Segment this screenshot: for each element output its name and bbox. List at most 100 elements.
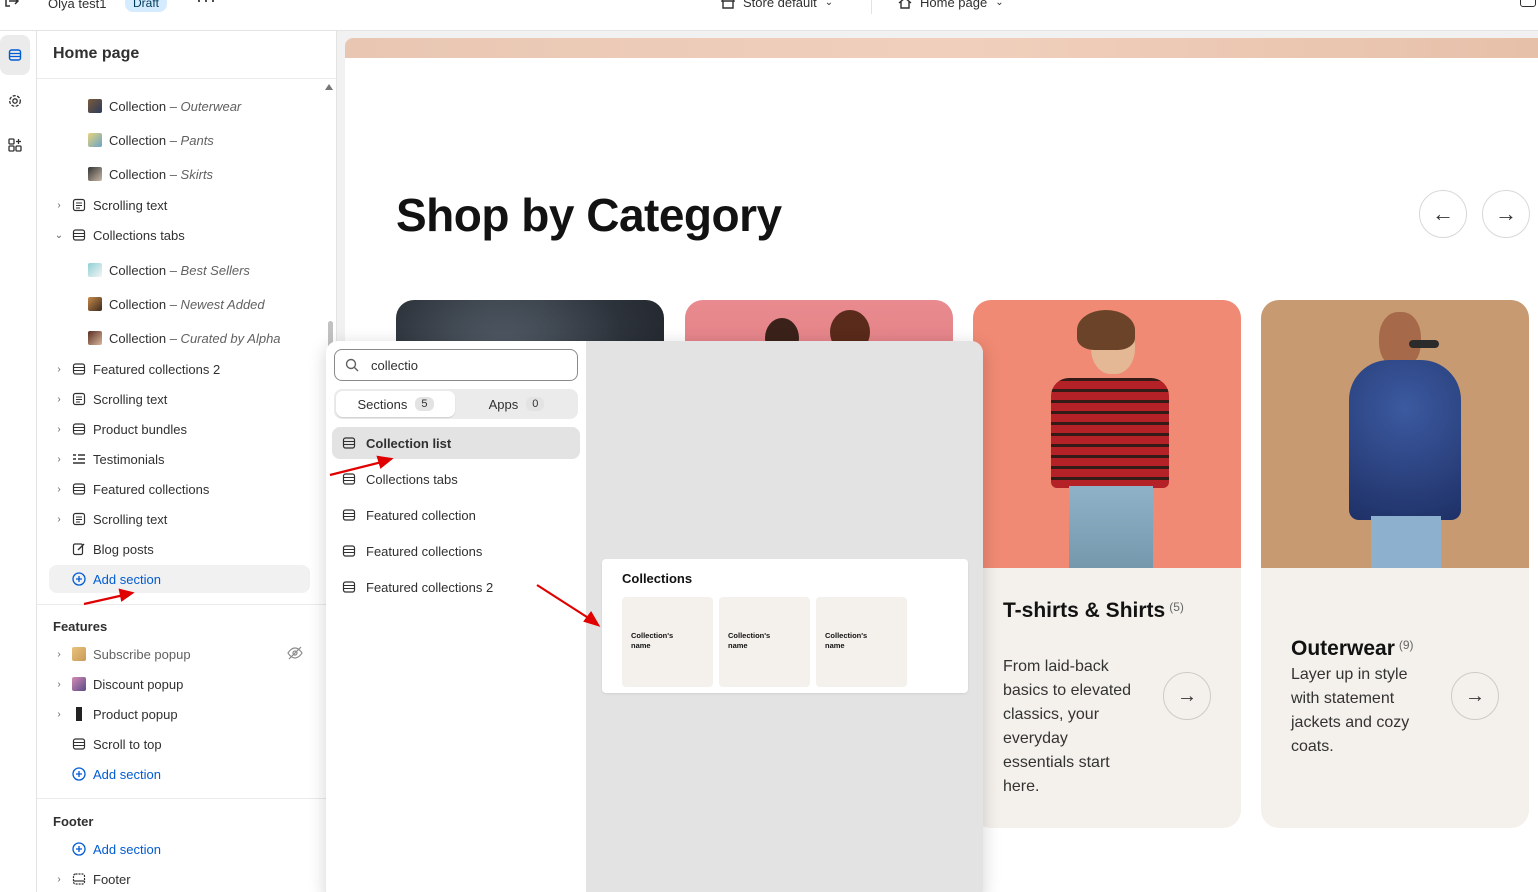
store-context-selector[interactable]: Store default ⌄ xyxy=(721,0,833,10)
arrow-left-icon: ← xyxy=(1432,201,1454,226)
tab-label: Sections xyxy=(357,396,408,412)
features-group-title: Features xyxy=(53,619,108,634)
category-title: Outerwear xyxy=(1291,637,1395,660)
theme-name: Olya test1 xyxy=(48,0,107,11)
preview-tile: Collection's name xyxy=(719,597,810,687)
add-footer-section-button[interactable]: Add section xyxy=(37,835,336,863)
chevron-right-icon[interactable]: › xyxy=(54,364,64,375)
chevron-right-icon[interactable]: › xyxy=(54,679,64,690)
arrow-right-icon: → xyxy=(1177,684,1197,707)
page-context-label: Home page xyxy=(920,0,988,10)
page-context-selector[interactable]: Home page ⌄ xyxy=(898,0,1004,10)
section-product-bundles[interactable]: › Product bundles xyxy=(37,415,336,443)
divider xyxy=(871,0,872,14)
sections-sidebar: Home page Collection – Outerwear Collect… xyxy=(37,31,337,892)
chevron-right-icon[interactable]: › xyxy=(54,514,64,525)
tab-count: 5 xyxy=(415,397,434,411)
result-featured-collections-2[interactable]: Featured collections 2 xyxy=(332,571,580,603)
section-subscribe-popup[interactable]: › Subscribe popup xyxy=(37,640,336,668)
chevron-right-icon[interactable]: › xyxy=(54,454,64,465)
apps-nav-button[interactable] xyxy=(0,123,30,167)
carousel-prev-button[interactable]: ← xyxy=(1419,190,1467,238)
chevron-down-icon: ⌄ xyxy=(995,0,1004,8)
section-scrolling-text-3[interactable]: › Scrolling text xyxy=(37,505,336,533)
section-featured-collections[interactable]: › Featured collections xyxy=(37,475,336,503)
block-label: Collection xyxy=(109,98,167,114)
block-label: Collection xyxy=(109,296,167,312)
gear-icon xyxy=(9,95,21,107)
block-sub: – Curated by Alpha xyxy=(169,330,281,346)
block-label: Collection xyxy=(109,166,167,182)
popup-thumb xyxy=(71,706,87,722)
category-card-tshirts[interactable]: T-shirts & Shirts (5) From laid-back basi… xyxy=(973,300,1241,828)
section-search-input[interactable]: collectio xyxy=(334,349,578,381)
sections-nav-button[interactable] xyxy=(0,35,30,75)
add-feature-section-button[interactable]: Add section xyxy=(37,760,336,788)
result-featured-collection[interactable]: Featured collection xyxy=(332,499,580,531)
popup-thumb xyxy=(71,676,87,692)
plus-circle-icon xyxy=(71,841,87,857)
category-link-button[interactable]: → xyxy=(1451,672,1499,720)
chevron-right-icon[interactable]: › xyxy=(54,394,64,405)
collection-thumb xyxy=(87,330,103,346)
section-product-popup[interactable]: › Product popup xyxy=(37,700,336,728)
page-title: Home page xyxy=(37,31,336,79)
chevron-right-icon[interactable]: › xyxy=(54,424,64,435)
block-collection-curated[interactable]: Collection – Curated by Alpha xyxy=(37,324,336,352)
more-actions-button[interactable]: ··· xyxy=(196,0,217,11)
divider xyxy=(37,604,336,605)
store-icon xyxy=(721,0,735,9)
block-sub: – Newest Added xyxy=(169,296,265,312)
chevron-down-icon[interactable]: ⌄ xyxy=(54,230,64,241)
section-scrolling-text[interactable]: › Scrolling text xyxy=(37,191,336,219)
result-featured-collections[interactable]: Featured collections xyxy=(332,535,580,567)
hidden-eye-icon[interactable] xyxy=(287,646,303,663)
section-scroll-to-top[interactable]: Scroll to top xyxy=(37,730,336,758)
divider xyxy=(37,798,336,799)
chevron-right-icon[interactable]: › xyxy=(54,709,64,720)
plus-circle-icon xyxy=(71,766,87,782)
section-testimonials[interactable]: › Testimonials xyxy=(37,445,336,473)
footer-icon xyxy=(71,871,87,887)
chevron-right-icon[interactable]: › xyxy=(54,200,64,211)
block-collection-pants[interactable]: Collection – Pants xyxy=(37,126,336,154)
device-preview-icon[interactable] xyxy=(1520,0,1536,7)
chevron-right-icon[interactable]: › xyxy=(54,484,64,495)
category-card-outerwear[interactable]: Outerwear (9) Layer up in style with stat… xyxy=(1261,300,1529,828)
category-count: (5) xyxy=(1169,600,1184,614)
section-footer[interactable]: › Footer xyxy=(37,865,336,892)
add-section-button[interactable]: Add section xyxy=(49,565,310,593)
preview-tile-label: Collection's name xyxy=(631,631,674,650)
exit-icon[interactable] xyxy=(4,0,22,10)
block-label: Collection xyxy=(109,330,167,346)
result-collections-tabs[interactable]: Collections tabs xyxy=(332,463,580,495)
collection-section-icon xyxy=(71,736,87,752)
section-featured-collections-2[interactable]: › Featured collections 2 xyxy=(37,355,336,383)
section-collections-tabs[interactable]: ⌄ Collections tabs xyxy=(37,221,336,249)
block-collection-outerwear[interactable]: Collection – Outerwear xyxy=(37,92,336,120)
settings-nav-button[interactable] xyxy=(0,79,30,123)
chevron-right-icon[interactable]: › xyxy=(54,649,64,660)
section-preview-pane: Collections Collection's name Collection… xyxy=(586,341,983,892)
collection-section-icon xyxy=(342,473,356,485)
chevron-down-icon: ⌄ xyxy=(824,0,834,8)
section-discount-popup[interactable]: › Discount popup xyxy=(37,670,336,698)
scroll-up-arrow[interactable] xyxy=(325,84,333,90)
store-context-label: Store default xyxy=(743,0,817,10)
tab-sections[interactable]: Sections 5 xyxy=(336,391,455,417)
block-label: Collection xyxy=(109,262,167,278)
block-collection-newest-added[interactable]: Collection – Newest Added xyxy=(37,290,336,318)
popup-thumb xyxy=(71,646,87,662)
category-image xyxy=(1261,300,1529,568)
category-link-button[interactable]: → xyxy=(1163,672,1211,720)
block-collection-skirts[interactable]: Collection – Skirts xyxy=(37,160,336,188)
result-collection-list[interactable]: Collection list xyxy=(332,427,580,459)
carousel-next-button[interactable]: → xyxy=(1482,190,1530,238)
collection-thumb xyxy=(87,296,103,312)
tab-apps[interactable]: Apps 0 xyxy=(457,391,576,417)
section-scrolling-text-2[interactable]: › Scrolling text xyxy=(37,385,336,413)
section-blog-posts[interactable]: Blog posts xyxy=(37,535,336,563)
block-collection-best-sellers[interactable]: Collection – Best Sellers xyxy=(37,256,336,284)
category-title: T-shirts & Shirts xyxy=(1003,599,1166,622)
chevron-right-icon[interactable]: › xyxy=(54,874,64,885)
